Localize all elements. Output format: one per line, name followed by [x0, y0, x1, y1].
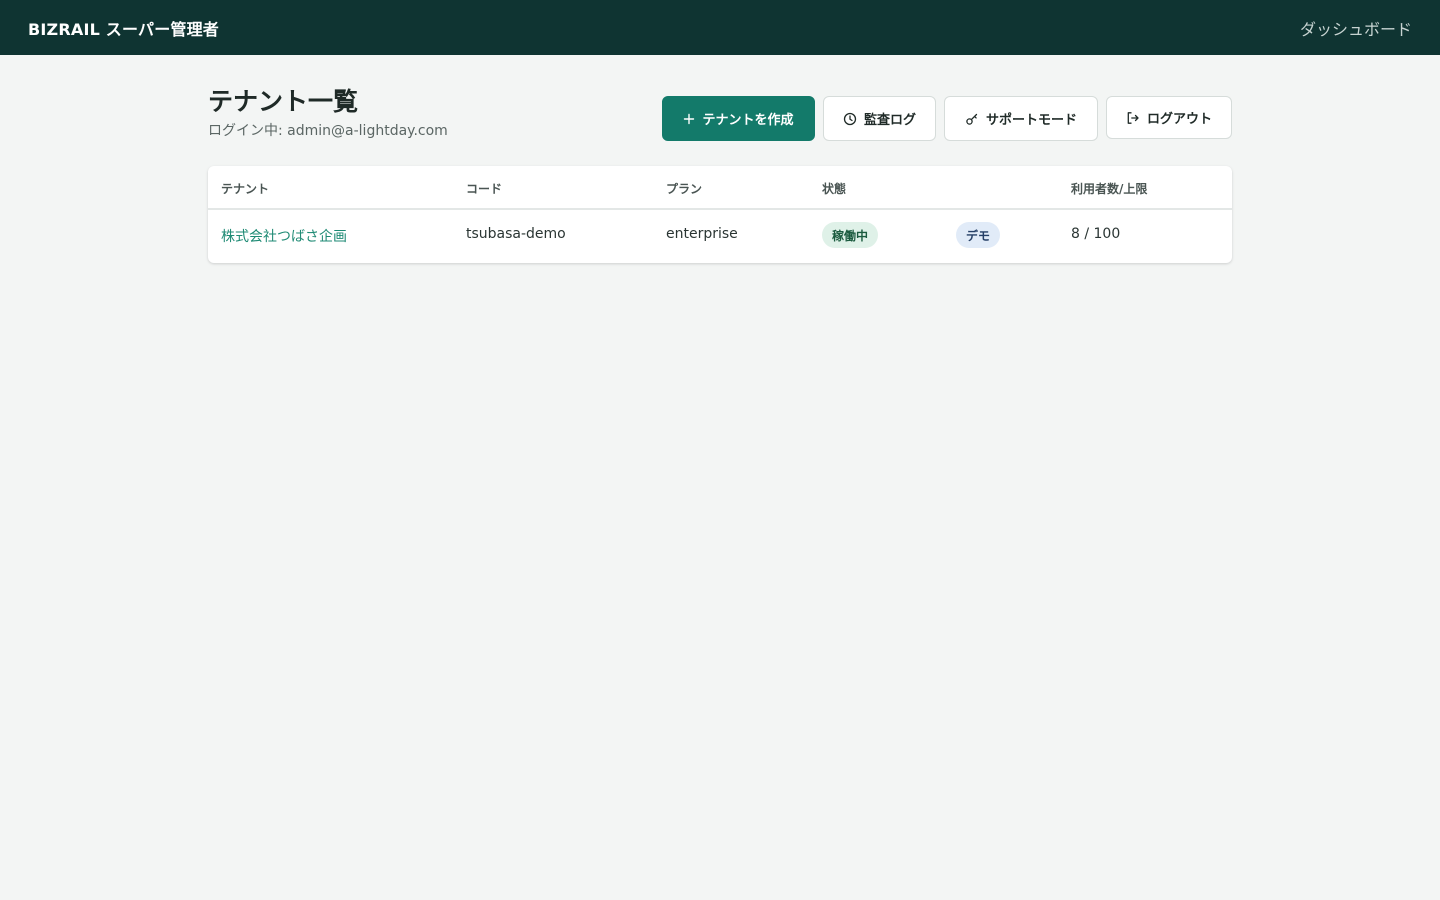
main-content: テナント一覧 ログイン中: admin@a-lightday.com テナントを… — [208, 55, 1232, 263]
support-mode-button[interactable]: サポートモード — [944, 96, 1098, 141]
column-header-plan: プラン — [666, 182, 703, 196]
top-navbar: BIZRAIL スーパー管理者 ダッシュボード — [0, 0, 1440, 55]
create-tenant-button[interactable]: テナントを作成 — [662, 96, 815, 141]
page-title: テナント一覧 — [208, 87, 359, 116]
column-header-code: コード — [466, 182, 503, 196]
page-header: テナント一覧 ログイン中: admin@a-lightday.com テナントを… — [208, 55, 1232, 166]
table-header: テナント コード プラン 状態 利用者数/上限 — [208, 166, 1232, 210]
plus-icon — [683, 113, 695, 125]
nav-dashboard-link[interactable]: ダッシュボード — [1300, 16, 1412, 40]
logout-icon — [1126, 111, 1140, 125]
tenant-usage: 8 / 100 — [1071, 226, 1121, 242]
login-info: ログイン中: admin@a-lightday.com — [208, 123, 448, 139]
clock-icon — [843, 112, 857, 126]
status-badge: 稼働中 — [822, 222, 879, 248]
logout-label: ログアウト — [1146, 112, 1212, 127]
table-row: 株式会社つばさ企画 tsubasa-demo enterprise 稼働中 デモ… — [208, 210, 1232, 261]
column-header-tenant: テナント — [221, 182, 270, 196]
create-tenant-label: テナントを作成 — [702, 113, 794, 128]
demo-badge: デモ — [956, 222, 1001, 248]
support-mode-label: サポートモード — [985, 113, 1077, 128]
column-header-usage: 利用者数/上限 — [1071, 182, 1148, 196]
tenant-name-link[interactable]: 株式会社つばさ企画 — [221, 226, 347, 246]
audit-log-label: 監査ログ — [863, 113, 916, 128]
tenant-plan: enterprise — [666, 226, 738, 242]
action-toolbar: テナントを作成 監査ログ サポートモード ログアウト — [662, 96, 1232, 141]
tenant-table: テナント コード プラン 状態 利用者数/上限 株式会社つばさ企画 tsubas… — [208, 166, 1232, 263]
brand-title: BIZRAIL スーパー管理者 — [28, 19, 220, 39]
logout-button[interactable]: ログアウト — [1106, 96, 1232, 139]
key-icon — [965, 112, 979, 126]
audit-log-button[interactable]: 監査ログ — [823, 96, 936, 141]
column-header-status: 状態 — [822, 182, 847, 196]
tenant-code: tsubasa-demo — [466, 226, 566, 242]
